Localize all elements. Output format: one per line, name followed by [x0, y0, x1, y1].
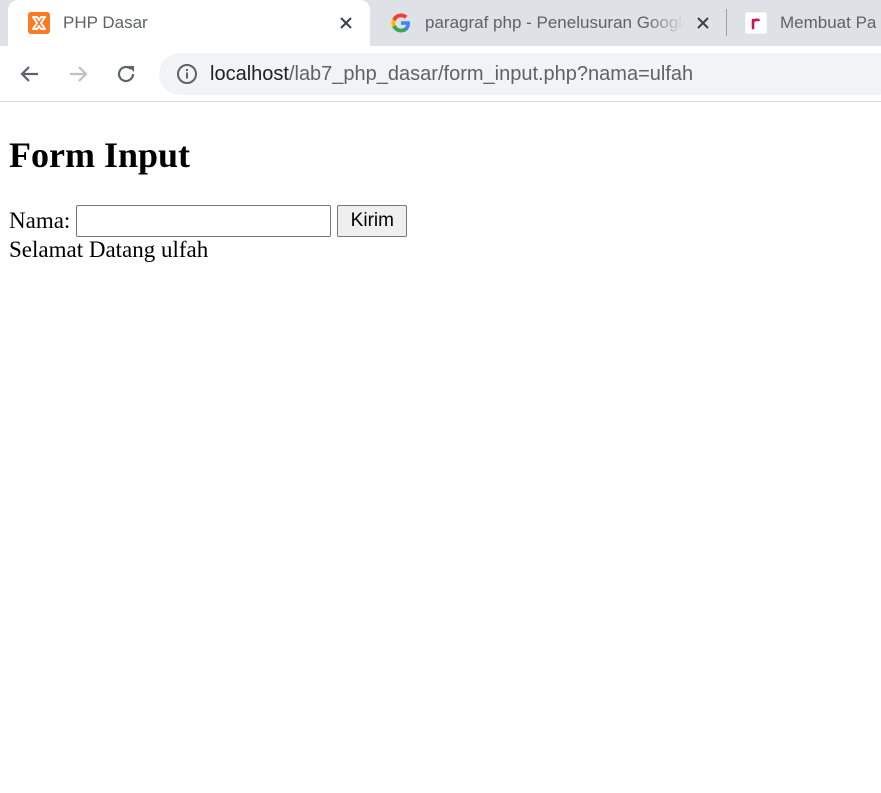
page-content: Form Input Nama: Kirim Selamat Datang ul… — [0, 103, 881, 793]
arrow-left-icon — [20, 66, 38, 82]
close-icon[interactable] — [691, 11, 715, 35]
xampp-icon — [27, 11, 51, 35]
name-label: Nama: — [9, 208, 71, 233]
greeting-text: Selamat Datang ulfah — [9, 237, 209, 262]
back-button[interactable] — [14, 58, 46, 90]
google-icon — [389, 11, 413, 35]
page-title: Form Input — [9, 135, 191, 175]
tab-title: paragraf php - Penelusuran Google — [425, 13, 685, 32]
site-favicon-icon — [744, 11, 768, 35]
arrow-right-icon — [70, 66, 88, 82]
reload-icon — [117, 65, 135, 83]
tab-title: PHP Dasar — [63, 13, 148, 32]
info-icon[interactable] — [175, 62, 199, 86]
tab-strip: PHP Dasar paragraf php - Penelusuran Goo… — [0, 0, 881, 46]
tab-divider — [726, 9, 727, 36]
name-input[interactable] — [76, 205, 332, 237]
address-bar[interactable]: localhost/lab7_php_dasar/form_input.php?… — [159, 53, 881, 95]
tab-php-dasar[interactable]: PHP Dasar — [8, 0, 370, 46]
url-path: /lab7_php_dasar/form_input.php?nama=ulfa… — [288, 62, 694, 85]
tab-google-search[interactable]: paragraf php - Penelusuran Google — [370, 0, 727, 46]
forward-button[interactable] — [62, 58, 94, 90]
tab-membuat[interactable]: Membuat Pa — [729, 0, 881, 46]
tab-title: Membuat Pa — [780, 13, 877, 32]
submit-button[interactable]: Kirim — [337, 205, 408, 237]
reload-button[interactable] — [110, 58, 142, 90]
browser-toolbar: localhost/lab7_php_dasar/form_input.php?… — [0, 46, 881, 102]
name-form: Nama: Kirim — [9, 204, 408, 238]
close-icon[interactable] — [334, 11, 358, 35]
url-host: localhost — [210, 62, 289, 85]
